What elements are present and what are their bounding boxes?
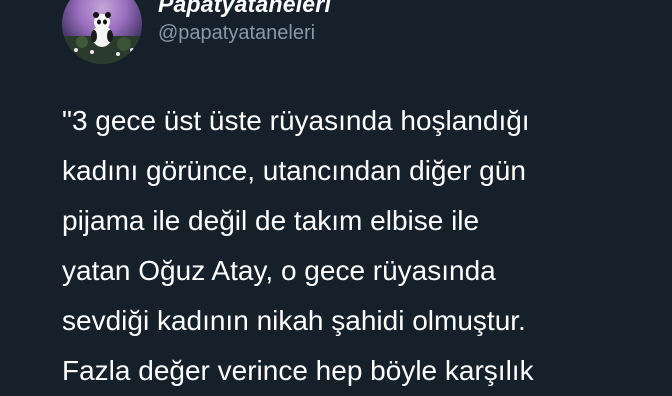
tweet-text-line: kadını görünce, utancından diğer gün bbox=[62, 155, 526, 186]
profile-photo-icon bbox=[62, 12, 142, 64]
tweet-text-line: sevdiği kadının nikah şahidi olmuştur. bbox=[62, 305, 526, 336]
author-display-name[interactable]: Papatyataneleri bbox=[158, 0, 331, 18]
avatar[interactable] bbox=[62, 0, 142, 64]
tweet-text-line: pijama ile değil de takım elbise ile bbox=[62, 205, 480, 236]
tweet-text: "3 gece üst üste rüyasında hoşlandığı ka… bbox=[62, 96, 662, 396]
author-handle[interactable]: @papatyataneleri bbox=[158, 22, 315, 45]
tweet: Papatyataneleri @papatyataneleri "3 gece… bbox=[0, 0, 672, 386]
tweet-text-line: "3 gece üst üste rüyasında hoşlandığı bbox=[62, 105, 530, 136]
tweet-text-line: Fazla değer verince hep böyle karşılık bbox=[62, 355, 534, 386]
tweet-text-line: yatan Oğuz Atay, o gece rüyasında bbox=[62, 255, 496, 286]
